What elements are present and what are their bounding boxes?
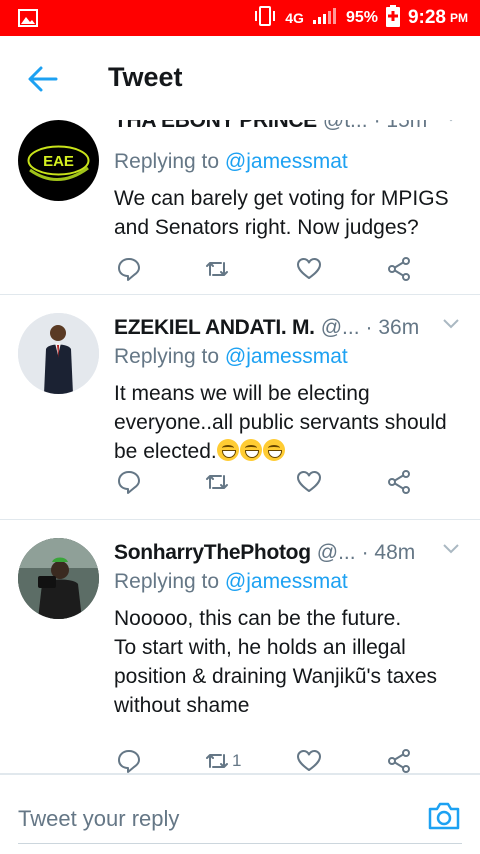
tweet-actions	[114, 467, 434, 497]
tweet-item[interactable]: EZEKIEL ANDATI. M. @... · 36m Replying t…	[0, 295, 480, 520]
author-name[interactable]: THA EBONY PRINCE	[114, 120, 317, 133]
gallery-icon	[18, 9, 38, 32]
grinning-sweat-emoji	[216, 439, 239, 461]
author-name[interactable]: SonharryThePhotog	[114, 541, 311, 565]
retweet-icon	[206, 262, 228, 276]
retweet-button[interactable]	[204, 254, 232, 284]
reply-icon	[118, 750, 140, 773]
arrow-left-icon	[28, 66, 58, 92]
replying-to: Replying to @jamessmat	[114, 150, 348, 173]
tweet-time: · 48m	[361, 541, 416, 564]
clock-time: 9:28	[407, 7, 446, 28]
camera-button[interactable]	[427, 800, 461, 832]
avatar[interactable]	[18, 313, 99, 394]
author-handle: @...	[320, 316, 360, 339]
tweet-time: · 15m	[373, 120, 428, 132]
share-button[interactable]	[386, 467, 412, 497]
heart-icon	[297, 750, 321, 771]
share-button[interactable]	[386, 746, 412, 774]
vibrate-icon	[253, 5, 277, 32]
author-handle: @...	[316, 541, 356, 564]
heart-icon	[297, 258, 321, 279]
chevron-down-icon[interactable]	[442, 120, 460, 124]
retweet-icon	[206, 475, 228, 489]
reply-input[interactable]	[18, 799, 398, 839]
signal-icon	[312, 7, 338, 30]
share-button[interactable]	[386, 254, 412, 284]
like-button[interactable]	[296, 254, 322, 284]
reply-button[interactable]	[116, 254, 142, 284]
author-name[interactable]: EZEKIEL ANDATI. M.	[114, 316, 315, 340]
reply-icon	[118, 258, 140, 281]
tweet-text: We can barely get voting for MPIGS and S…	[114, 187, 449, 239]
author-handle: @t...	[322, 120, 368, 132]
reply-feed[interactable]: EAE THA EBONY PRINCE @t... · 15m Replyin…	[0, 120, 480, 774]
avatar-logo-text: EAE	[43, 153, 74, 170]
like-button[interactable]	[296, 746, 322, 774]
avatar[interactable]	[18, 538, 99, 619]
battery-icon	[385, 4, 400, 32]
replying-to: Replying to @jamessmat	[114, 570, 348, 593]
tweet-item[interactable]: SonharryThePhotog @... · 48m Replying to…	[0, 520, 480, 774]
reply-button[interactable]	[116, 746, 142, 774]
mention-link[interactable]: @jamessmat	[225, 570, 348, 593]
tweet-text: It means we will be electing everyone..a…	[114, 382, 447, 463]
reply-composer	[0, 774, 480, 854]
like-button[interactable]	[296, 467, 322, 497]
battery-percent: 95%	[345, 9, 378, 26]
avatar[interactable]: EAE	[18, 120, 99, 201]
tweet-time: · 36m	[365, 316, 420, 339]
tweet-text-line: Nooooo, this can be the future.	[114, 607, 402, 630]
mention-link[interactable]: @jamessmat	[225, 345, 348, 368]
share-icon	[388, 749, 410, 773]
retweet-icon	[206, 754, 228, 768]
back-button[interactable]	[26, 64, 60, 94]
retweet-button[interactable]: 1	[204, 746, 241, 774]
app-header: Tweet	[0, 36, 480, 120]
heart-icon	[297, 471, 321, 492]
grinning-sweat-emoji	[239, 439, 262, 461]
share-icon	[388, 470, 410, 494]
tweet-actions: 1	[114, 746, 434, 774]
network-type: 4G	[285, 10, 304, 26]
tweet-item[interactable]: EAE THA EBONY PRINCE @t... · 15m Replyin…	[0, 120, 480, 295]
grinning-sweat-emoji	[262, 439, 285, 461]
retweet-count: 1	[232, 751, 242, 770]
clock-ampm: PM	[450, 11, 468, 25]
reply-icon	[118, 471, 140, 494]
tweet-text: Nooooo, this can be the future. To start…	[114, 604, 464, 720]
camera-icon	[428, 802, 460, 830]
reply-button[interactable]	[116, 467, 142, 497]
chevron-down-icon[interactable]	[442, 542, 460, 556]
share-icon	[388, 257, 410, 281]
tweet-actions	[114, 254, 434, 284]
input-underline	[18, 843, 462, 844]
retweet-button[interactable]	[204, 467, 232, 497]
replying-to: Replying to @jamessmat	[114, 345, 348, 368]
status-bar: 4G 95% 9:28 PM	[0, 0, 480, 36]
page-title: Tweet	[108, 62, 183, 92]
tweet-text-line: To start with, he holds an illegal posit…	[114, 636, 438, 717]
chevron-down-icon[interactable]	[442, 317, 460, 331]
mention-link[interactable]: @jamessmat	[225, 150, 348, 173]
